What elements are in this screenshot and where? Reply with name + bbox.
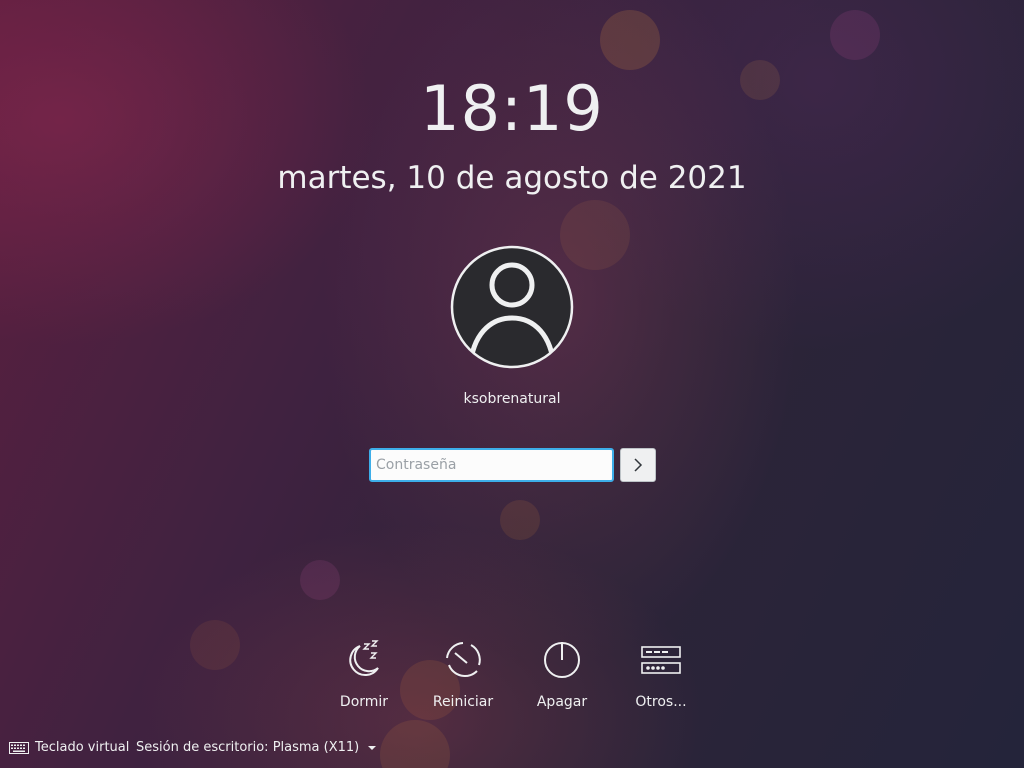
restart-label: Reiniciar [432, 694, 494, 710]
user-avatar-icon[interactable] [450, 245, 574, 369]
virtual-keyboard-label: Teclado virtual [35, 740, 130, 755]
background-light [300, 560, 340, 600]
other-options-icon [641, 646, 681, 674]
sleep-label: Dormir [339, 694, 389, 710]
background-light [830, 10, 880, 60]
background-light [190, 620, 240, 670]
restart-icon [446, 642, 481, 678]
session-label: Sesión de escritorio: Plasma (X11) [136, 740, 360, 755]
password-input[interactable] [369, 448, 614, 482]
session-selector[interactable]: Sesión de escritorio: Plasma (X11) [136, 740, 377, 755]
clock-date: martes, 10 de agosto de 2021 [277, 160, 747, 196]
lock-screen: 18:19 martes, 10 de agosto de 2021 ksobr… [0, 0, 1024, 768]
clock-time: 18:19 [420, 72, 604, 145]
chevron-down-icon [368, 745, 377, 750]
background-light [380, 720, 450, 768]
chevron-right-icon [634, 458, 643, 472]
restart-button[interactable]: Reiniciar [413, 638, 513, 710]
other-options-label: Otros... [635, 694, 687, 710]
sleep-icon [349, 640, 379, 677]
login-button[interactable] [620, 448, 656, 482]
username: ksobrenatural [463, 391, 561, 407]
power-icon [544, 642, 580, 678]
background-light [500, 500, 540, 540]
sleep-button[interactable]: Dormir [314, 638, 414, 710]
shutdown-button[interactable]: Apagar [512, 638, 612, 710]
shutdown-label: Apagar [536, 694, 588, 710]
other-options-button[interactable]: Otros... [611, 638, 711, 710]
background-light [600, 10, 660, 70]
virtual-keyboard-button[interactable]: Teclado virtual [9, 740, 129, 755]
keyboard-icon [9, 741, 29, 754]
